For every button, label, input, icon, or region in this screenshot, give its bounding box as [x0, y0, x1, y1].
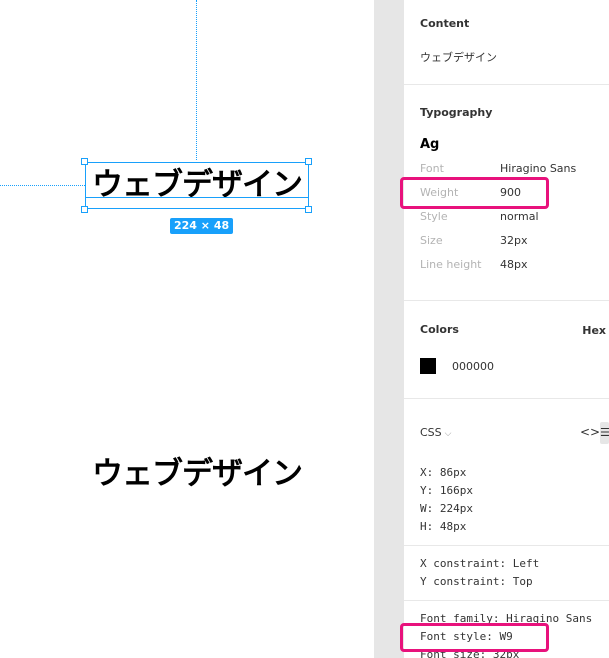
size-label: Size: [420, 234, 443, 247]
colors-section-title: Colors: [420, 323, 459, 336]
content-section-title: Content: [420, 17, 470, 30]
section-divider: [404, 300, 609, 301]
css-line: Y: 166px: [420, 484, 473, 497]
css-line: X constraint: Left: [420, 557, 540, 570]
section-divider: [404, 84, 609, 85]
style-value[interactable]: normal: [500, 210, 539, 223]
typography-section-title: Typography: [420, 106, 493, 119]
chevron-down-icon: ⌵: [444, 429, 452, 439]
resize-handle-top-right[interactable]: [305, 158, 312, 165]
selection-box[interactable]: [85, 162, 309, 209]
list-view-icon[interactable]: ☰: [600, 422, 609, 444]
section-divider: [404, 398, 609, 399]
size-value[interactable]: 32px: [500, 234, 528, 247]
color-hex-value[interactable]: 000000: [452, 360, 494, 373]
inspect-panel: Content ウェブデザイン Typography Ag Font Hirag…: [404, 0, 609, 658]
css-line: H: 48px: [420, 520, 467, 533]
color-swatch[interactable]: [420, 358, 436, 374]
style-label: Style: [420, 210, 448, 223]
resize-handle-top-left[interactable]: [81, 158, 88, 165]
typography-sample: Ag: [420, 137, 440, 152]
size-badge: 224 × 48: [170, 218, 234, 234]
code-language-label: CSS: [420, 426, 442, 439]
resize-handle-bottom-right[interactable]: [305, 206, 312, 213]
design-canvas[interactable]: ウェブデザイン 224 × 48 ウェブデザイン: [0, 0, 374, 658]
font-label: Font: [420, 162, 444, 175]
line-height-label: Line height: [420, 258, 482, 271]
css-line: X: 86px: [420, 466, 467, 479]
content-value[interactable]: ウェブデザイン: [420, 49, 497, 65]
text-preview[interactable]: ウェブデザイン: [85, 450, 309, 498]
css-line: Y constraint: Top: [420, 575, 533, 588]
section-divider: [404, 600, 609, 601]
section-divider: [404, 545, 609, 546]
vertical-guide-line: [196, 0, 197, 160]
color-format-toggle[interactable]: Hex: [582, 324, 606, 337]
css-line: W: 224px: [420, 502, 473, 515]
font-style-highlight-box: [400, 623, 549, 652]
horizontal-guide-line: [0, 185, 85, 186]
code-view-icon[interactable]: <>: [580, 425, 600, 439]
font-value[interactable]: Hiragino Sans: [500, 162, 576, 175]
line-height-value[interactable]: 48px: [500, 258, 528, 271]
panel-divider: [374, 0, 404, 658]
resize-handle-bottom-left[interactable]: [81, 206, 88, 213]
weight-highlight-box: [400, 177, 549, 209]
code-language-select[interactable]: CSS ⌵: [420, 426, 451, 439]
